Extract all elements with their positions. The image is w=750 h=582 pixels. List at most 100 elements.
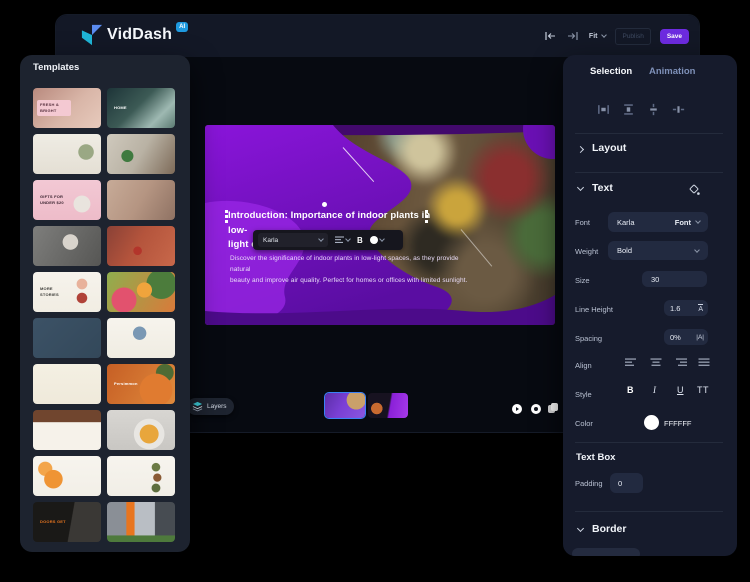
template-thumb-brand-signatures[interactable] bbox=[33, 364, 101, 404]
font-picker-button[interactable]: Font bbox=[675, 218, 708, 227]
undo-to-start-icon[interactable] bbox=[543, 30, 557, 42]
size-row-label: Size bbox=[575, 276, 590, 285]
save-button[interactable]: Save bbox=[660, 29, 689, 44]
text-fill-icon[interactable] bbox=[688, 184, 701, 196]
align-center-icon[interactable] bbox=[650, 358, 662, 367]
play-button[interactable] bbox=[512, 404, 522, 414]
floating-text-toolbar: Karla B bbox=[253, 230, 403, 250]
timeline-thumb-scene-2[interactable] bbox=[368, 393, 408, 418]
templates-panel-title: Templates bbox=[33, 62, 79, 73]
line-height-value: 1.6 bbox=[664, 304, 680, 313]
layers-label: Layers bbox=[207, 403, 227, 410]
selection-handle-dot[interactable] bbox=[322, 202, 327, 207]
app-stage: VidDash AI Fit Publish Save bbox=[0, 0, 750, 582]
template-thumb-natural-beauty[interactable] bbox=[107, 180, 175, 220]
spacing-value: 0% bbox=[664, 333, 681, 342]
properties-panel: Selection Animation Layout Text Font Kar… bbox=[563, 55, 737, 556]
align-left-icon[interactable] bbox=[625, 358, 637, 367]
weight-value: Bold bbox=[608, 246, 632, 255]
publish-button[interactable]: Publish bbox=[615, 28, 650, 45]
record-icon bbox=[534, 407, 538, 411]
spacing-icon: |A| bbox=[696, 334, 704, 341]
weight-select[interactable]: Bold bbox=[608, 241, 708, 260]
text-color-dropdown[interactable] bbox=[370, 236, 384, 244]
chevron-down-icon[interactable] bbox=[577, 525, 584, 532]
divider bbox=[575, 133, 723, 134]
zoom-fit-control[interactable]: Fit bbox=[589, 33, 607, 40]
layers-button[interactable]: Layers bbox=[187, 398, 234, 415]
template-thumb-photo-collage[interactable] bbox=[33, 226, 101, 266]
template-thumb-lips-fresh-bright[interactable]: FRESH & BRIGHT bbox=[33, 88, 101, 128]
template-thumb-orange-count[interactable] bbox=[33, 456, 101, 496]
align-dropdown[interactable] bbox=[335, 236, 350, 244]
align-vertical-center-icon[interactable] bbox=[622, 103, 635, 116]
weight-row-label: Weight bbox=[575, 247, 598, 256]
paragraph-line-2: beauty and improve air quality. Perfect … bbox=[230, 277, 467, 284]
section-layout[interactable]: Layout bbox=[592, 142, 626, 154]
template-thumb-home-tips[interactable]: HOME bbox=[107, 88, 175, 128]
template-thumb-more-stories[interactable]: MORE STORIES bbox=[33, 272, 101, 312]
template-thumb-persimmon[interactable]: Persimmon bbox=[107, 364, 175, 404]
template-thumb-real-estate[interactable] bbox=[107, 502, 175, 542]
distribute-vertical-icon[interactable] bbox=[647, 103, 660, 116]
line-height-input[interactable]: 1.6 A bbox=[664, 300, 708, 316]
style-italic-toggle[interactable]: I bbox=[653, 385, 656, 395]
template-thumb-gifts-under-20[interactable]: GIFTS FOR UNDER $20 bbox=[33, 180, 101, 220]
style-underline-toggle[interactable]: U bbox=[677, 385, 684, 395]
text-selection-handle-right[interactable] bbox=[425, 210, 428, 223]
redo-to-end-icon[interactable] bbox=[566, 30, 580, 42]
font-value: Karla bbox=[608, 218, 635, 227]
play-icon bbox=[516, 407, 519, 411]
template-thumb-soup-recipe[interactable] bbox=[107, 410, 175, 450]
timeline-thumbnails bbox=[325, 393, 408, 418]
logo: VidDash AI bbox=[81, 24, 188, 46]
spacing-input[interactable]: 0% |A| bbox=[664, 329, 708, 345]
bold-toggle[interactable]: B bbox=[357, 236, 363, 245]
tab-animation[interactable]: Animation bbox=[649, 66, 695, 77]
chevron-down-icon bbox=[602, 32, 608, 38]
font-select-value: Karla bbox=[263, 237, 278, 244]
section-border[interactable]: Border bbox=[592, 523, 626, 535]
border-field-partial[interactable] bbox=[572, 548, 640, 556]
align-horizontal-center-icon[interactable] bbox=[597, 103, 610, 116]
template-thumb-quote-card[interactable] bbox=[33, 318, 101, 358]
align-right-icon[interactable] bbox=[675, 358, 687, 367]
line-height-icon: A bbox=[698, 304, 703, 313]
align-justify-icon[interactable] bbox=[698, 358, 710, 367]
padding-input[interactable]: 0 bbox=[610, 473, 643, 493]
template-thumb-beauty-model[interactable] bbox=[107, 226, 175, 266]
padding-row-label: Padding bbox=[575, 479, 603, 488]
video-canvas[interactable]: Introduction: Importance of indoor plant… bbox=[205, 125, 555, 325]
tab-selection[interactable]: Selection bbox=[590, 66, 632, 77]
template-thumb-layout-list[interactable] bbox=[107, 456, 175, 496]
templates-grid: FRESH & BRIGHT HOME GIFTS FOR UNDER $20 MOR… bbox=[33, 88, 177, 542]
timeline-thumb-scene-1[interactable] bbox=[325, 393, 365, 418]
distribute-horizontal-icon[interactable] bbox=[672, 103, 685, 116]
duplicate-scene-button[interactable] bbox=[548, 403, 558, 414]
template-thumb-doors-promo[interactable]: DOORS GET bbox=[33, 502, 101, 542]
font-field[interactable]: Karla Font bbox=[608, 212, 708, 232]
ai-badge: AI bbox=[176, 22, 188, 32]
style-bold-toggle[interactable]: B bbox=[627, 385, 634, 395]
template-thumb-hand-soap[interactable] bbox=[107, 134, 175, 174]
size-input[interactable]: 30 bbox=[642, 271, 707, 287]
font-select[interactable]: Karla bbox=[258, 233, 328, 247]
chevron-right-icon[interactable] bbox=[577, 146, 584, 153]
template-thumb-chef-story[interactable] bbox=[107, 318, 175, 358]
chevron-down-icon[interactable] bbox=[577, 184, 584, 191]
color-hex-value: FFFFFF bbox=[664, 419, 692, 428]
template-thumb-label: FRESH & BRIGHT bbox=[37, 100, 71, 116]
template-thumb-product-promo[interactable] bbox=[33, 134, 101, 174]
chevron-down-icon bbox=[694, 247, 700, 253]
canvas-paragraph-text[interactable]: Discover the significance of indoor plan… bbox=[230, 253, 470, 286]
color-swatch-icon bbox=[370, 236, 378, 244]
section-text-box: Text Box bbox=[576, 452, 615, 463]
font-row-label: Font bbox=[575, 218, 590, 227]
section-text[interactable]: Text bbox=[592, 182, 613, 194]
template-thumb-recipe-card[interactable] bbox=[33, 410, 101, 450]
record-button[interactable] bbox=[531, 404, 541, 414]
template-thumb-fresh-citrus[interactable] bbox=[107, 272, 175, 312]
color-swatch[interactable] bbox=[644, 415, 659, 430]
style-uppercase-toggle[interactable]: TT bbox=[697, 385, 709, 395]
text-selection-handle-left[interactable] bbox=[225, 210, 228, 223]
